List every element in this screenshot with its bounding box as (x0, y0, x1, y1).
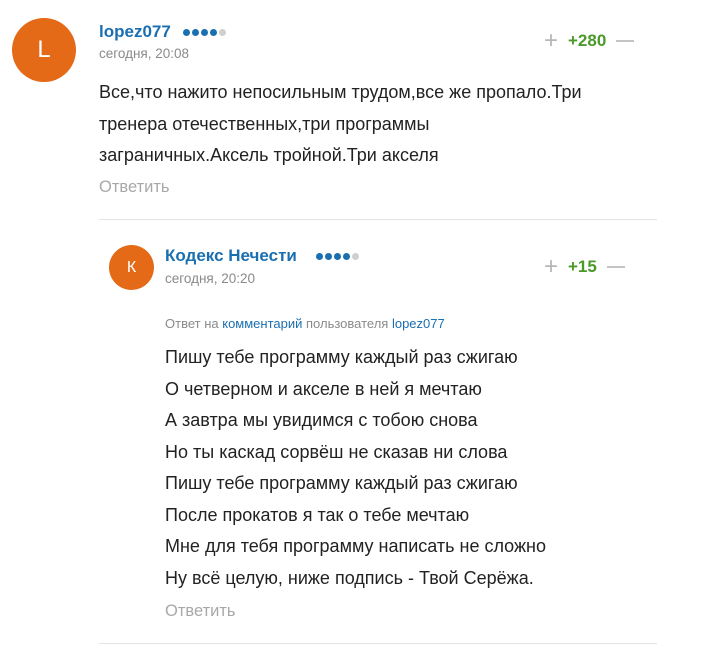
upvote-button[interactable]: + (540, 255, 562, 279)
comment-text-line: А завтра мы увидимся с тобою снова (165, 410, 478, 430)
downvote-button[interactable] (606, 266, 625, 268)
user-rating-dots (183, 29, 226, 36)
divider (99, 643, 657, 644)
comment-text-line: Пишу тебе программу каждый раз сжигаю (165, 347, 518, 367)
comment-text-line: Мне для тебя программу написать не сложн… (165, 536, 546, 556)
reply-button[interactable]: Ответить (165, 602, 236, 621)
rating-dot (210, 29, 217, 36)
username-link[interactable]: lopez077 (99, 22, 171, 42)
vote-score: +280 (568, 31, 607, 50)
reply-to-prefix: Ответ на (165, 316, 219, 331)
timestamp: сегодня, 20:20 (165, 271, 256, 286)
username-link[interactable]: Кодекс Нечести (165, 246, 297, 266)
rating-dot (325, 253, 332, 260)
comment-text-line: После прокатов я так о тебе мечтаю (165, 504, 470, 525)
rating-dot (316, 253, 323, 260)
vote-score: +15 (568, 257, 597, 276)
comment-text-line: заграничных.Аксель тройной.Три акселя (99, 145, 439, 165)
user-rating-dots (316, 253, 359, 260)
rating-dot (219, 29, 226, 36)
reply-to-user-link[interactable]: lopez077 (392, 316, 445, 331)
reply-to-comment-link[interactable]: комментарий (222, 316, 302, 331)
divider (99, 219, 657, 220)
rating-dot (352, 253, 359, 260)
rating-dot (343, 253, 350, 260)
avatar-letter: К (126, 258, 137, 276)
rating-dot (192, 29, 199, 36)
rating-dot (201, 29, 208, 36)
comment-text-line: О четверном и акселе в ней я мечтаю (165, 378, 482, 399)
reply-to-middle: пользователя (306, 316, 389, 331)
reply-to-info: Ответ на комментарий пользователя lopez0… (165, 316, 445, 331)
avatar[interactable]: L (12, 18, 76, 82)
avatar[interactable]: К (109, 245, 154, 290)
reply-button[interactable]: Ответить (99, 178, 170, 197)
comment-text-line: Но ты каскад сорвёш не сказав ни слова (165, 441, 508, 462)
comment-text-line: Пишу тебе программу каждый раз сжигаю (165, 473, 518, 493)
avatar-letter: L (37, 36, 51, 63)
comment-text: Пишу тебе программу каждый раз сжигаю О … (165, 342, 685, 594)
rating-dot (183, 29, 190, 36)
upvote-button[interactable]: + (540, 29, 562, 53)
vote-control: + +280 (540, 29, 635, 53)
comment-text-line: Ну всё целую, ниже подпись - Твой Серёжа… (165, 567, 534, 588)
comment-text: Все,что нажито непосильным трудом,все же… (99, 77, 679, 172)
comment-text-line: Все,что нажито непосильным трудом,все же… (99, 82, 582, 102)
downvote-button[interactable] (616, 40, 635, 42)
rating-dot (334, 253, 341, 260)
timestamp: сегодня, 20:08 (99, 46, 190, 61)
comment-text-line: тренера отечественных,три программы (99, 113, 430, 134)
vote-control: + +15 (540, 255, 625, 279)
